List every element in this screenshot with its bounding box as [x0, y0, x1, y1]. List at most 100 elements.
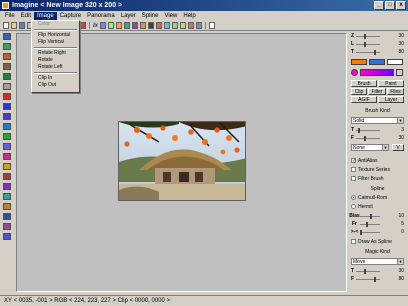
arrow-left-icon[interactable] [3, 223, 11, 230]
contrast-icon[interactable] [148, 22, 155, 29]
panorama-icon[interactable] [80, 22, 86, 29]
zoom-text-icon[interactable]: Ix [93, 23, 98, 29]
text-tool-icon[interactable] [3, 143, 11, 150]
agif-button[interactable]: AGIF [351, 96, 377, 103]
magic-kind-select[interactable]: Move ▼ [351, 258, 404, 265]
close-button[interactable]: x [396, 1, 406, 10]
layer-button[interactable]: Layer [378, 96, 404, 103]
brush-t-slider[interactable] [356, 127, 380, 133]
crop-icon[interactable] [196, 22, 203, 29]
zoom-out-icon[interactable] [108, 22, 115, 29]
menu-item-clip-in[interactable]: Clip In [32, 75, 79, 82]
files-button[interactable]: Files [387, 88, 404, 95]
filter-brush-checkbox[interactable]: Filter Brush [351, 175, 384, 182]
z-slider[interactable] [356, 33, 380, 39]
antialias-checkbox[interactable]: ✓ AntiAlias [351, 157, 377, 164]
eyedropper-tool-icon[interactable] [3, 173, 11, 180]
gradient-start-swatch[interactable] [351, 69, 358, 76]
menu-item-rotate-left[interactable]: Rotate Left [32, 64, 79, 71]
gradient-tool-icon[interactable] [3, 153, 11, 160]
t-value: 80 [398, 49, 404, 55]
menu-item-flip-vertical[interactable]: Flip Vertical [32, 39, 79, 46]
maximize-button[interactable]: □ [385, 1, 395, 10]
chevron-down-icon: ▼ [382, 145, 388, 150]
brush-button[interactable]: Brush [351, 80, 377, 87]
save-icon[interactable] [19, 22, 25, 29]
menu-item-rotate[interactable]: Rotate [32, 57, 79, 64]
bias-slider[interactable] [360, 213, 380, 219]
brush-kind-select[interactable]: Solid ▼ [351, 117, 404, 124]
move-tool-icon[interactable] [3, 43, 11, 50]
menu-item-clip-out[interactable]: Clip Out [32, 82, 79, 89]
sharpen-icon[interactable] [180, 22, 187, 29]
stamp-tool-icon[interactable] [3, 63, 11, 70]
z-label: Z [350, 33, 355, 39]
flip-icon[interactable] [124, 22, 131, 29]
gradient-preview[interactable] [360, 69, 394, 76]
menu-item-flip-horizontal[interactable]: Flip Horizontal [32, 32, 79, 39]
resize-icon[interactable] [188, 22, 195, 29]
fr-slider[interactable] [360, 221, 380, 227]
l-slider[interactable] [356, 41, 380, 47]
pencil-tool-icon[interactable] [3, 93, 11, 100]
tertiary-color-swatch[interactable] [387, 59, 403, 65]
menu-view[interactable]: View [161, 12, 180, 21]
blur-icon[interactable] [172, 22, 179, 29]
eraser-tool-icon[interactable] [3, 83, 11, 90]
magic-wand-tool-icon[interactable] [3, 183, 11, 190]
hand-tool-icon[interactable] [3, 203, 11, 210]
brightness-icon[interactable] [140, 22, 147, 29]
polygon-tool-icon[interactable] [3, 133, 11, 140]
secondary-color-swatch[interactable] [369, 59, 385, 65]
image-menu-dropdown: Color Flip Horizontal Flip Vertical Rota… [31, 20, 80, 93]
primary-color-swatch[interactable] [351, 59, 367, 65]
menu-file[interactable]: File [2, 12, 18, 21]
catmull-rom-radio[interactable]: Catmull-Rom [351, 194, 387, 201]
paint-button[interactable]: Paint [378, 80, 404, 87]
hermit-radio[interactable]: Hermit [351, 203, 373, 210]
filter-button[interactable]: Filter [368, 88, 386, 95]
image-document[interactable] [118, 121, 246, 201]
t-slider[interactable] [356, 49, 380, 55]
help-icon[interactable] [209, 22, 216, 29]
select-tool-icon[interactable] [3, 33, 11, 40]
minimize-button[interactable]: _ [374, 1, 384, 10]
menu-help[interactable]: Help [180, 12, 198, 21]
brush-f-value: 30 [398, 135, 404, 141]
clip-button[interactable]: Clip [351, 88, 367, 95]
rect-tool-icon[interactable] [3, 113, 11, 120]
spline-tool-icon[interactable] [3, 193, 11, 200]
arrow-right-icon[interactable] [3, 233, 11, 240]
menu-spline[interactable]: Spline [139, 12, 162, 21]
zoom-tool-icon[interactable] [3, 213, 11, 220]
blend-value: None [353, 145, 365, 151]
magic-f-slider[interactable] [356, 276, 380, 282]
color-icon[interactable] [156, 22, 163, 29]
ellipse-tool-icon[interactable] [3, 123, 11, 130]
checkbox-box [351, 239, 356, 244]
fill-tool-icon[interactable] [3, 163, 11, 170]
line-tool-icon[interactable] [3, 103, 11, 110]
menu-layer[interactable]: Layer [118, 12, 139, 21]
properties-panel: Z 30 L 30 T 80 Brush Paint Clip Filter F… [349, 33, 406, 292]
draw-as-spline-checkbox[interactable]: Draw As Spline [351, 238, 392, 245]
filter-icon[interactable] [164, 22, 171, 29]
texture-series-checkbox[interactable]: Texture Series [351, 166, 390, 173]
gradient-options-button[interactable] [396, 69, 403, 76]
open-folder-icon[interactable] [11, 22, 17, 29]
rotate-icon[interactable] [116, 22, 123, 29]
new-file-icon[interactable] [3, 22, 9, 29]
bias-label: Bias [349, 213, 360, 219]
brush-f-slider[interactable] [356, 135, 380, 141]
zoom-in-icon[interactable] [100, 22, 107, 29]
ss-slider[interactable] [360, 229, 380, 235]
magic-t-slider[interactable] [356, 268, 380, 274]
menu-item-rotate-right[interactable]: Rotate Right [32, 50, 79, 57]
blend-select[interactable]: None ▼ [351, 144, 389, 151]
blend-key-button[interactable]: V [392, 144, 404, 151]
fr-label: Fr [352, 221, 357, 227]
effects-icon[interactable] [132, 22, 139, 29]
brush-tool-icon[interactable] [3, 73, 11, 80]
menu-panorama[interactable]: Panorama [84, 12, 118, 21]
crop-tool-icon[interactable] [3, 53, 11, 60]
